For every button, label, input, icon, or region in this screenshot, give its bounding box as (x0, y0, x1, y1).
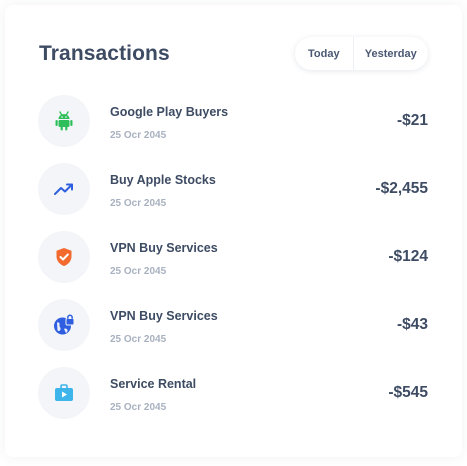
transaction-name: VPN Buy Services (110, 309, 218, 323)
trending-up-icon (54, 183, 73, 195)
transaction-date: 25 Ocr 2045 (110, 402, 167, 413)
globe-lock-icon (54, 314, 75, 335)
transaction-row[interactable]: Google Play Buyers 25 Ocr 2045 -$21 (5, 95, 462, 149)
transaction-amount: -$545 (388, 384, 428, 401)
android-icon (55, 111, 73, 131)
transaction-name: Buy Apple Stocks (110, 173, 216, 187)
transaction-icon-badge (38, 299, 90, 351)
tab-today[interactable]: Today (295, 37, 353, 70)
transaction-name: Service Rental (110, 377, 197, 391)
transaction-date: 25 Ocr 2045 (110, 334, 167, 345)
transaction-date: 25 Ocr 2045 (110, 130, 167, 141)
briefcase-play-icon (55, 384, 73, 401)
transaction-row[interactable]: VPN Buy Services 25 Ocr 2045 -$43 (5, 299, 462, 353)
transaction-amount: -$21 (396, 112, 428, 129)
transaction-row[interactable]: Service Rental 25 Ocr 2045 -$545 (5, 367, 462, 421)
transaction-date: 25 Ocr 2045 (110, 198, 167, 209)
transaction-icon-badge (38, 163, 90, 215)
transactions-card: Transactions Today Yesterday Google Play… (5, 5, 462, 457)
period-tabs: Today Yesterday (295, 37, 428, 70)
transaction-name: Google Play Buyers (110, 105, 229, 119)
transaction-icon-badge (38, 95, 90, 147)
transaction-date: 25 Ocr 2045 (110, 266, 167, 277)
transaction-amount: -$2,455 (375, 180, 428, 197)
card-title: Transactions (39, 42, 170, 65)
transaction-row[interactable]: Buy Apple Stocks 25 Ocr 2045 -$2,455 (5, 163, 462, 217)
tab-yesterday[interactable]: Yesterday (352, 37, 428, 70)
transaction-row[interactable]: VPN Buy Services 25 Ocr 2045 -$124 (5, 231, 462, 285)
transaction-icon-badge (38, 367, 90, 419)
shield-check-icon (56, 248, 72, 266)
transaction-name: VPN Buy Services (110, 241, 218, 255)
transaction-icon-badge (38, 231, 90, 283)
transaction-amount: -$43 (396, 316, 428, 333)
transaction-amount: -$124 (388, 248, 428, 265)
